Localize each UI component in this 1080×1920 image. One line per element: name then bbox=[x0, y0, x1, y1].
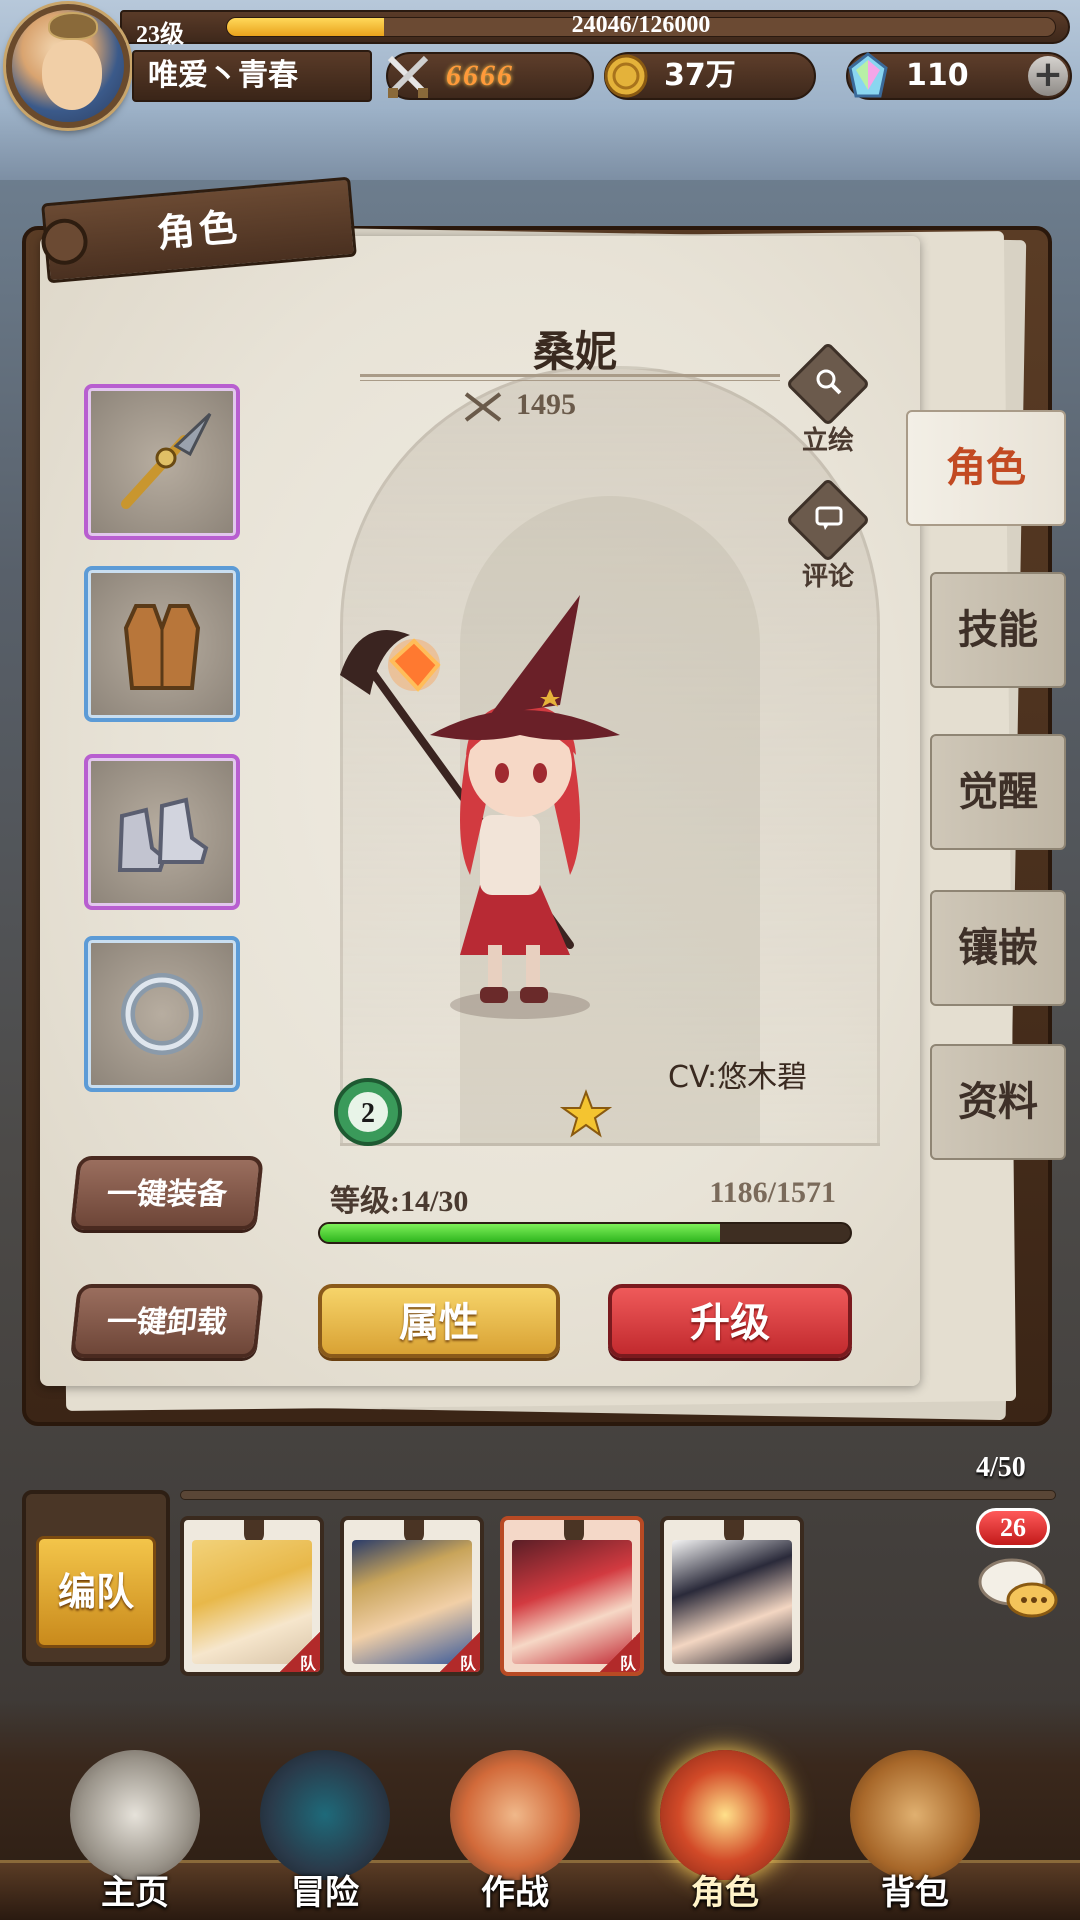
star-icon bbox=[560, 1089, 612, 1138]
team-member-card[interactable] bbox=[660, 1516, 804, 1676]
rank-number: 2 bbox=[361, 1098, 375, 1129]
backpack-icon bbox=[850, 1750, 980, 1880]
hero-name: 桑妮 bbox=[532, 327, 617, 376]
formation-label: 编队 bbox=[36, 1536, 156, 1648]
nav-bag-label: 背包 bbox=[881, 1873, 949, 1913]
team-member-card[interactable]: 队 bbox=[180, 1516, 324, 1676]
comment-label: 评论 bbox=[801, 562, 854, 592]
tab-profile[interactable]: 资料 bbox=[930, 1044, 1066, 1160]
hero-exp-fill bbox=[320, 1224, 721, 1242]
equip-slot-weapon[interactable] bbox=[84, 384, 240, 540]
character-book-icon bbox=[660, 1750, 790, 1880]
hero-portrait bbox=[672, 1540, 792, 1664]
artwork-button[interactable]: 立绘 bbox=[785, 341, 871, 457]
nav-battle[interactable]: 作战 bbox=[430, 1740, 600, 1920]
nav-adventure-label: 冒险 bbox=[291, 1873, 359, 1913]
avatar-hat bbox=[48, 12, 98, 40]
player-level-bar: 23级 24046/126000 bbox=[120, 10, 1070, 48]
comment-button[interactable]: 评论 bbox=[785, 477, 871, 593]
castle-icon bbox=[70, 1750, 200, 1880]
combat-power-display: 6666 bbox=[386, 52, 594, 100]
attributes-button[interactable]: 属性 bbox=[318, 1284, 560, 1358]
title-divider-thin bbox=[360, 380, 780, 381]
upgrade-button[interactable]: 升级 bbox=[608, 1284, 852, 1358]
tab-character[interactable]: 角色 bbox=[906, 410, 1066, 526]
unequip-all-button[interactable]: 一键卸载 bbox=[70, 1284, 264, 1358]
magnifier-icon bbox=[816, 369, 842, 395]
add-gems-button[interactable]: + bbox=[1028, 56, 1068, 96]
tab-skills[interactable]: 技能 bbox=[930, 572, 1066, 688]
gem-icon bbox=[848, 52, 888, 98]
team-rail bbox=[180, 1490, 1056, 1500]
team-member-card[interactable]: 队 bbox=[340, 1516, 484, 1676]
hero-exp: 1186/1571 bbox=[709, 1176, 836, 1209]
xp-value: 24046/126000 bbox=[571, 12, 711, 38]
combat-power-value: 6666 bbox=[446, 59, 514, 92]
title-divider bbox=[360, 374, 780, 377]
artwork-label: 立绘 bbox=[801, 426, 854, 456]
gold-coin-icon bbox=[604, 54, 648, 98]
in-team-tag: 队 bbox=[600, 1632, 640, 1672]
in-team-tag: 队 bbox=[280, 1632, 320, 1672]
formation-button[interactable]: 编队 bbox=[22, 1490, 170, 1666]
nav-bag[interactable]: 背包 bbox=[830, 1740, 1000, 1920]
nav-character-label: 角色 bbox=[691, 1873, 759, 1913]
spear-icon bbox=[121, 412, 212, 509]
gold-display: 37万 bbox=[604, 52, 816, 100]
crossed-swords-icon bbox=[387, 55, 429, 98]
ring-icon bbox=[121, 973, 203, 1055]
tab-awaken[interactable]: 觉醒 bbox=[930, 734, 1066, 850]
gold-value: 37万 bbox=[664, 58, 736, 93]
crossed-swords-icon bbox=[464, 392, 502, 422]
voice-actor: CV:悠木碧 bbox=[668, 1060, 808, 1095]
portal-icon bbox=[260, 1750, 390, 1880]
equip-slot-boots[interactable] bbox=[84, 754, 240, 910]
hero-level: 等级:14/30 bbox=[330, 1185, 469, 1218]
rank-badge-icon: 2 bbox=[334, 1078, 402, 1146]
chat-unread-badge: 26 bbox=[976, 1508, 1050, 1548]
equip-slot-ring[interactable] bbox=[84, 936, 240, 1092]
hero-power: 1495 bbox=[462, 388, 576, 428]
tab-inlay[interactable]: 镶嵌 bbox=[930, 890, 1066, 1006]
nav-character[interactable]: 角色 bbox=[640, 1740, 810, 1920]
panel-title: 角色 bbox=[155, 204, 243, 256]
hero-power-value: 1495 bbox=[516, 388, 576, 421]
team-count: 4/50 bbox=[976, 1452, 1026, 1483]
avatar-face bbox=[42, 40, 102, 110]
team-member-card-selected[interactable]: 队 bbox=[500, 1516, 644, 1676]
gem-display: 110 + bbox=[846, 52, 1072, 100]
gem-value: 110 bbox=[906, 58, 969, 93]
nav-home-label: 主页 bbox=[101, 1873, 169, 1913]
ribbon-knot bbox=[39, 216, 90, 267]
player-avatar[interactable] bbox=[6, 4, 130, 128]
player-name: 唯爱丶青春 bbox=[132, 50, 372, 102]
player-level: 23级 bbox=[136, 22, 184, 48]
equip-all-button[interactable]: 一键装备 bbox=[70, 1156, 264, 1230]
nav-adventure[interactable]: 冒险 bbox=[240, 1740, 410, 1920]
hero-sprite[interactable] bbox=[320, 585, 700, 1025]
equip-slot-armor[interactable] bbox=[84, 566, 240, 722]
vest-icon bbox=[123, 604, 201, 690]
nav-battle-label: 作战 bbox=[481, 1873, 549, 1913]
battle-mascot-icon bbox=[450, 1750, 580, 1880]
nav-home[interactable]: 主页 bbox=[50, 1740, 220, 1920]
boots-icon bbox=[117, 797, 209, 872]
hero-exp-track bbox=[318, 1222, 852, 1244]
in-team-tag: 队 bbox=[440, 1632, 480, 1672]
speech-bubble-icon bbox=[815, 506, 843, 530]
